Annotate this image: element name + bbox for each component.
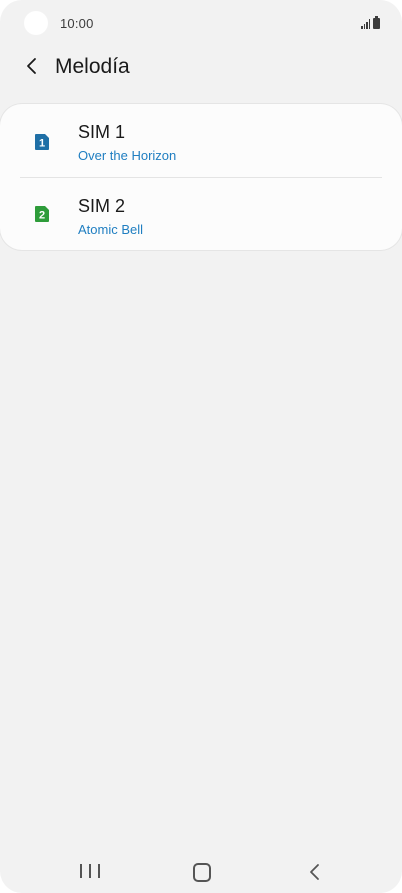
status-time: 10:00 (60, 16, 94, 31)
sim-2-badge-number: 2 (39, 210, 45, 222)
sim-1-ringtone-item[interactable]: 1 SIM 1 Over the Horizon (0, 104, 402, 177)
back-button[interactable] (20, 54, 44, 78)
signal-icon (361, 19, 370, 29)
screen: 10:00 Melodía 1 SIM 1 Over the Horizon 2… (0, 0, 402, 893)
sim-1-badge-number: 1 (39, 138, 45, 150)
sim-2-ringtone-item[interactable]: 2 SIM 2 Atomic Bell (0, 177, 402, 250)
sim-ringtone-list: 1 SIM 1 Over the Horizon 2 SIM 2 Atomic … (0, 104, 402, 250)
back-icon[interactable] (306, 862, 324, 882)
page-title: Melodía (55, 55, 130, 78)
navigation-bar (0, 848, 402, 893)
status-bar: 10:00 (0, 0, 402, 48)
battery-icon (373, 16, 380, 29)
sim-1-ringtone: Over the Horizon (78, 148, 177, 163)
status-icons (361, 16, 380, 29)
chevron-left-icon (27, 58, 36, 74)
front-camera (24, 11, 48, 35)
header: Melodía (0, 48, 402, 86)
sim-1-label: SIM 1 (78, 122, 126, 142)
home-icon[interactable] (193, 863, 211, 882)
sim-2-ringtone: Atomic Bell (78, 222, 144, 237)
sim-1-icon: 1 (35, 134, 49, 150)
recent-apps-icon[interactable] (80, 864, 100, 880)
sim-2-icon: 2 (35, 206, 49, 222)
sim-2-label: SIM 2 (78, 196, 126, 216)
